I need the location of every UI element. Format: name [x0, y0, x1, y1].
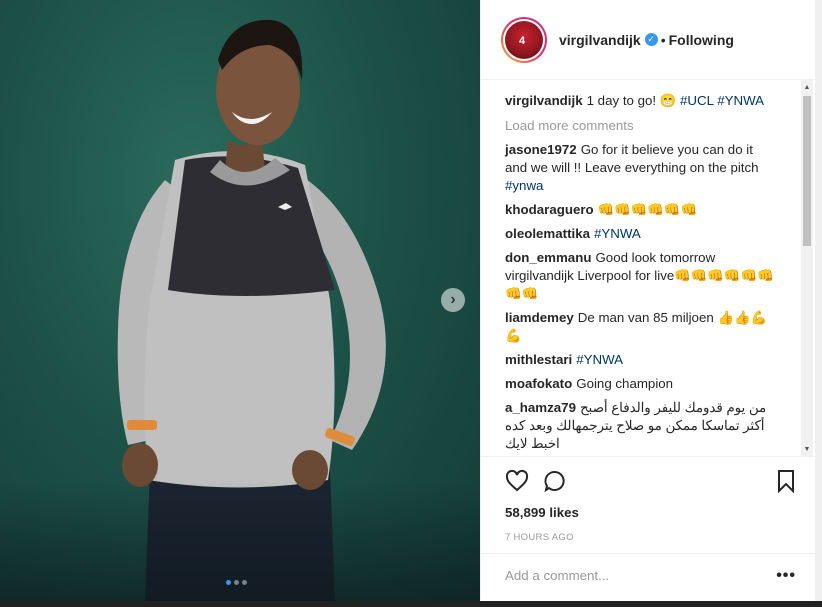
post-header: virgilvandijk ✓ • Following: [481, 0, 815, 80]
comment-item: jasone1972 Go for it believe you can do i…: [505, 141, 776, 195]
comments-list: virgilvandijk 1 day to go! 😁 #UCL #YNWA L…: [481, 80, 816, 456]
comment-item: khodaraguero 👊👊👊👊👊👊: [505, 201, 776, 219]
comment-username[interactable]: khodaraguero: [505, 202, 594, 217]
comment-username[interactable]: moafokato: [505, 376, 572, 391]
comment-hashtag[interactable]: #YNWA: [576, 352, 623, 367]
post-photo[interactable]: ›: [0, 0, 480, 601]
add-comment-bar: •••: [481, 553, 816, 597]
post-side-panel: virgilvandijk ✓ • Following virgilvandij…: [480, 0, 816, 601]
heart-icon[interactable]: [505, 469, 529, 493]
header-username[interactable]: virgilvandijk: [559, 32, 641, 48]
post-timestamp: 7 HOURS AGO: [505, 532, 574, 543]
verified-badge-icon: ✓: [644, 33, 658, 46]
caption-text: 1 day to go! 😁: [586, 93, 681, 108]
comment-item: moafokato Going champion: [505, 375, 776, 393]
speech-bubble-icon[interactable]: [543, 469, 567, 493]
comment-text: 👊👊👊👊👊👊: [597, 202, 698, 217]
comment-hashtag[interactable]: #YNWA: [594, 226, 641, 241]
comment-item: a_hamza79 من يوم قدومك لليفر والدفاع أصبح…: [505, 399, 776, 453]
scroll-up-arrow-icon[interactable]: ▲: [801, 80, 813, 94]
carousel-dot: [242, 580, 247, 585]
scroll-down-arrow-icon[interactable]: ▼: [801, 442, 813, 456]
caption-username[interactable]: virgilvandijk: [505, 93, 583, 108]
following-button[interactable]: Following: [669, 32, 734, 48]
likes-count[interactable]: 58,899 likes: [505, 505, 796, 520]
caption-hashtags[interactable]: #UCL #YNWA: [680, 93, 764, 108]
comment-item: mithlestari #YNWA: [505, 351, 776, 369]
load-more-comments-button[interactable]: Load more comments: [505, 118, 776, 133]
add-comment-input[interactable]: [505, 568, 777, 583]
more-dots-icon[interactable]: •••: [776, 567, 796, 585]
post-actions: 58,899 likes 7 HOURS AGO: [481, 456, 816, 543]
page-bottom-strip: [0, 601, 822, 607]
avatar[interactable]: [501, 16, 547, 63]
carousel-indicator: [226, 580, 247, 585]
comment-item: liamdemey De man van 85 miljoen 👍👍💪💪: [505, 309, 776, 345]
comment-item: oleolemattika #YNWA: [505, 225, 776, 243]
comments-scrollbar[interactable]: ▲ ▼: [801, 80, 813, 456]
page-gutter: [815, 0, 822, 601]
avatar-image: [505, 20, 543, 59]
comment-username[interactable]: don_emmanu: [505, 250, 591, 265]
action-bar: [505, 467, 796, 495]
comment-username[interactable]: mithlestari: [505, 352, 572, 367]
comment-username[interactable]: a_hamza79: [505, 400, 576, 415]
comment-text: Going champion: [576, 376, 674, 391]
carousel-dot: [234, 580, 239, 585]
comment-item: don_emmanu Good look tomorrow virgilvandi…: [505, 249, 776, 303]
scroll-thumb[interactable]: [803, 96, 811, 246]
caption: virgilvandijk 1 day to go! 😁 #UCL #YNWA: [505, 92, 776, 110]
chevron-right-icon[interactable]: ›: [441, 288, 465, 312]
separator-dot: •: [660, 31, 666, 48]
bookmark-icon[interactable]: [776, 469, 796, 493]
comment-hashtag[interactable]: #ynwa: [505, 178, 543, 193]
comment-username[interactable]: oleolemattika: [505, 226, 590, 241]
carousel-dot-active: [226, 580, 231, 585]
comment-username[interactable]: jasone1972: [505, 142, 577, 157]
comment-username[interactable]: liamdemey: [505, 310, 574, 325]
